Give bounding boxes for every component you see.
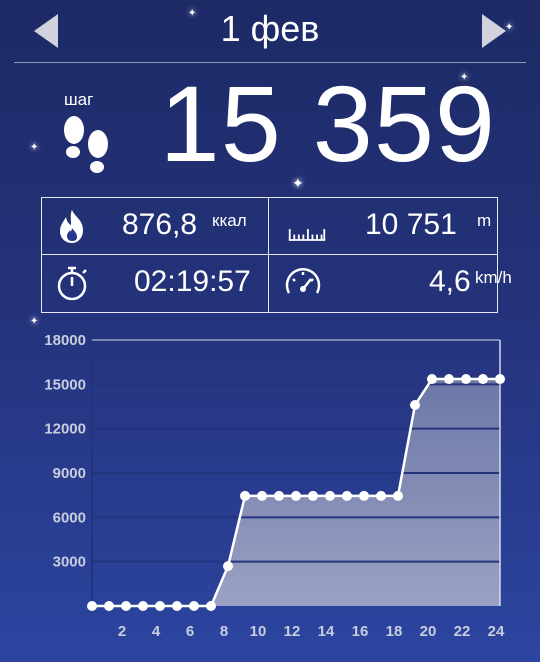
data-point: [206, 601, 216, 611]
data-point: [478, 374, 488, 385]
x-tick-label: 6: [186, 623, 194, 640]
data-point: [376, 490, 386, 501]
x-tick-label: 2: [118, 623, 126, 640]
data-point: [427, 374, 437, 385]
stats-grid: 876,8 ккал 10 751 m 02:19:57 4,6 km/h: [41, 197, 512, 313]
date-navigation-header: 1 фев: [0, 0, 540, 64]
y-tick-label: 9000: [53, 465, 86, 482]
duration-value: 02:19:57: [134, 265, 251, 298]
data-point: [138, 601, 148, 611]
steps-label: шаг: [64, 90, 94, 109]
calories-value: 876,8: [122, 208, 198, 241]
data-point: [121, 601, 131, 611]
chevron-right-icon[interactable]: [482, 14, 506, 48]
ruler-icon: [288, 229, 326, 241]
data-point: [274, 490, 284, 501]
distance-unit: m: [477, 211, 492, 230]
data-point: [172, 601, 182, 611]
data-point: [291, 490, 301, 501]
data-point: [359, 490, 369, 501]
x-tick-label: 20: [420, 623, 437, 640]
x-tick-label: 16: [352, 623, 369, 640]
x-tick-label: 24: [488, 623, 505, 640]
y-tick-label: 6000: [53, 509, 86, 526]
data-point: [461, 374, 471, 385]
x-tick-label: 10: [250, 623, 267, 640]
steps-by-hour-chart: 1800015000120009000600030002 4 6 8 10 12 14 16 1…: [44, 332, 505, 640]
date-title: 1 фев: [220, 8, 320, 49]
data-point: [240, 490, 250, 501]
stopwatch-icon: [57, 266, 87, 301]
flame-icon: [60, 210, 83, 243]
y-tick-label: 12000: [44, 421, 86, 438]
x-tick-label: 18: [386, 623, 403, 640]
x-tick-label: 22: [454, 623, 471, 640]
y-tick-label: 3000: [53, 554, 86, 571]
data-point: [410, 400, 420, 411]
calories-unit: ккал: [212, 211, 247, 230]
steps-count: 15 359: [159, 63, 496, 184]
data-point: [308, 490, 318, 501]
data-point: [189, 601, 199, 611]
distance-value: 10 751: [365, 208, 457, 241]
data-point: [444, 374, 454, 385]
speed-unit: km/h: [475, 268, 512, 287]
calories-cell: 876,8 ккал: [42, 198, 268, 254]
y-tick-label: 15000: [44, 376, 86, 393]
speedometer-icon: [285, 268, 321, 294]
footprints-icon: [64, 116, 108, 173]
x-tick-label: 4: [152, 623, 161, 640]
data-point: [393, 490, 403, 501]
data-point: [155, 601, 165, 611]
x-tick-label: 12: [284, 623, 301, 640]
data-point: [87, 601, 97, 611]
data-point: [325, 490, 335, 501]
data-point: [257, 490, 267, 501]
data-point: [223, 561, 233, 572]
distance-cell: 10 751 m: [269, 198, 495, 254]
x-tick-label: 14: [318, 623, 335, 640]
time-cell: 02:19:57: [42, 255, 268, 311]
data-point: [495, 374, 505, 385]
x-tick-label: 8: [220, 623, 228, 640]
data-point: [104, 601, 114, 611]
speed-value: 4,6: [429, 265, 471, 298]
star-decoration: ✦: [30, 142, 39, 153]
y-tick-label: 18000: [44, 332, 86, 349]
speed-cell: 4,6 km/h: [269, 255, 512, 311]
data-point: [342, 490, 352, 501]
